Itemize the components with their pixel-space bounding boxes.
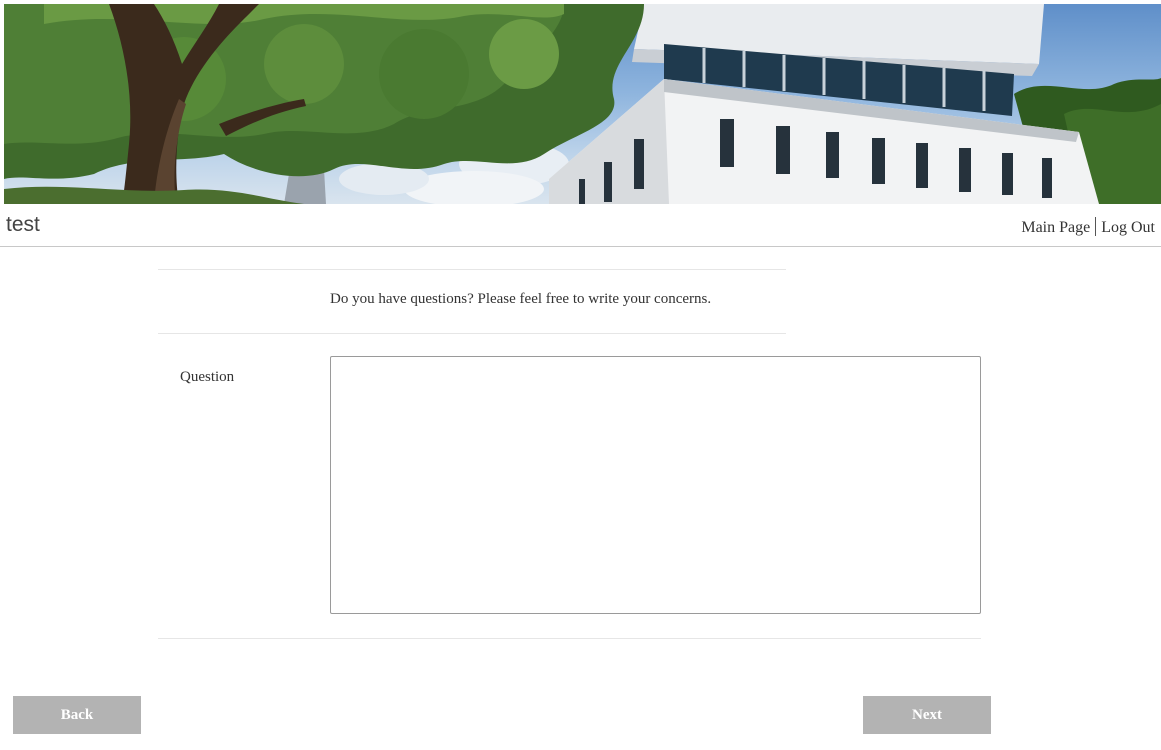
site-title: test xyxy=(6,213,40,236)
link-divider xyxy=(1095,217,1097,236)
intro-text: Do you have questions? Please feel free … xyxy=(330,291,712,307)
next-button[interactable]: Next xyxy=(863,696,991,734)
header-bar: test Main Page Log Out xyxy=(0,204,1161,247)
header-banner-image xyxy=(4,4,1161,204)
back-button[interactable]: Back xyxy=(13,696,141,734)
question-textarea[interactable] xyxy=(330,356,981,614)
banner-illustration xyxy=(4,4,1161,204)
divider-middle xyxy=(158,333,786,334)
log-out-link[interactable]: Log Out xyxy=(1101,219,1155,236)
divider-top xyxy=(158,269,786,270)
divider-bottom xyxy=(158,638,981,639)
top-nav-links: Main Page Log Out xyxy=(1021,217,1155,237)
question-label: Question xyxy=(180,369,235,385)
main-page-link[interactable]: Main Page xyxy=(1021,219,1090,236)
